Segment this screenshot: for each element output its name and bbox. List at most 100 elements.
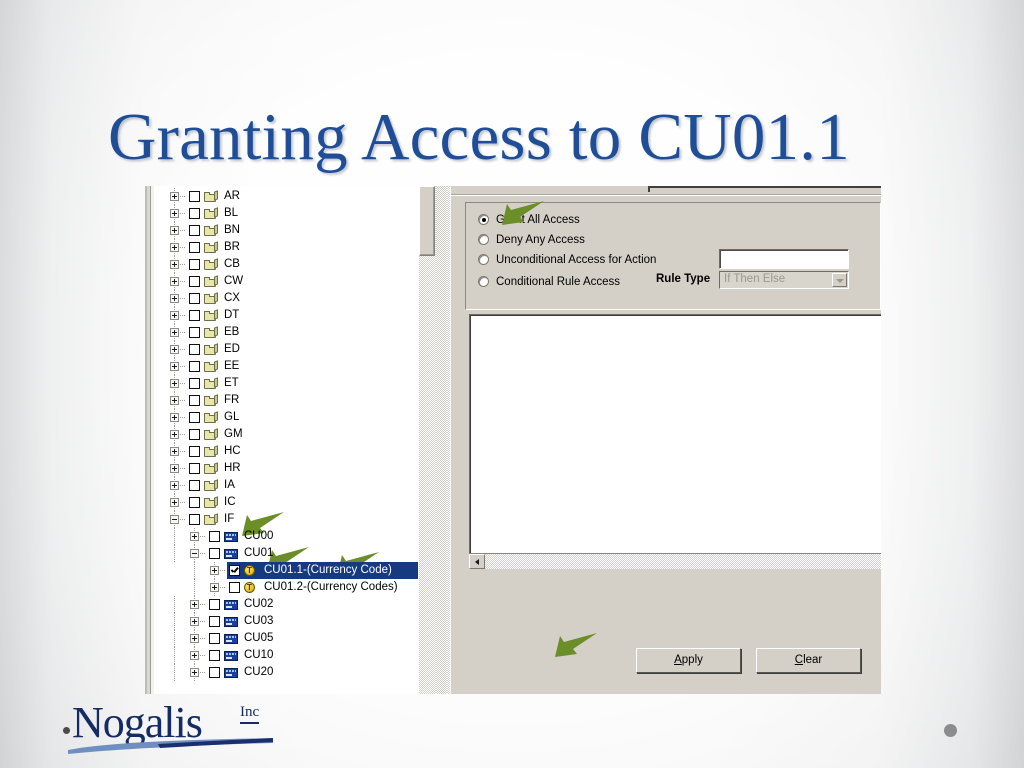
tree-item-checkbox[interactable] <box>209 667 220 678</box>
expand-plus-icon[interactable] <box>190 617 199 626</box>
expand-plus-icon[interactable] <box>170 362 179 371</box>
tree-item-checkbox[interactable] <box>189 259 200 270</box>
expand-plus-icon[interactable] <box>170 209 179 218</box>
tree-item-checkbox[interactable] <box>229 582 240 593</box>
expand-plus-icon[interactable] <box>170 464 179 473</box>
rules-list-pane[interactable] <box>469 314 881 564</box>
tree-item-checkbox[interactable] <box>189 446 200 457</box>
expand-plus-icon[interactable] <box>170 447 179 456</box>
tree-item-checkbox[interactable] <box>189 327 200 338</box>
tree-item-checkbox[interactable] <box>189 480 200 491</box>
tree-item[interactable]: CU01 <box>159 545 435 562</box>
expand-plus-icon[interactable] <box>190 634 199 643</box>
expand-plus-icon[interactable] <box>190 532 199 541</box>
expand-plus-icon[interactable] <box>170 311 179 320</box>
tree-item-checkbox[interactable] <box>229 565 240 576</box>
radio-icon-selected[interactable] <box>478 214 489 225</box>
tree-item[interactable]: BL <box>159 205 435 222</box>
tree-item-checkbox[interactable] <box>189 514 200 525</box>
expand-plus-icon[interactable] <box>170 192 179 201</box>
tree-view[interactable]: AR BL BN BR CB CW CX DT EB ED EE ET FR GL GM HC HR IA IC IF… <box>159 186 435 694</box>
expand-plus-icon[interactable] <box>190 600 199 609</box>
apply-button[interactable]: Apply <box>636 648 741 673</box>
expand-plus-icon[interactable] <box>170 498 179 507</box>
tree-item-checkbox[interactable] <box>189 242 200 253</box>
tree-item[interactable]: BN <box>159 222 435 239</box>
tree-item-checkbox[interactable] <box>209 633 220 644</box>
tree-item[interactable]: EB <box>159 324 435 341</box>
rule-type-select[interactable]: If Then Else <box>719 271 849 289</box>
expand-plus-icon[interactable] <box>170 481 179 490</box>
expand-plus-icon[interactable] <box>210 566 219 575</box>
expand-plus-icon[interactable] <box>170 328 179 337</box>
tree-item[interactable]: CU20 <box>159 664 435 681</box>
tree-item-checkbox[interactable] <box>189 225 200 236</box>
radio-icon[interactable] <box>478 276 489 287</box>
expand-plus-icon[interactable] <box>170 294 179 303</box>
collapse-minus-icon[interactable] <box>190 549 199 558</box>
tree-item[interactable]: CB <box>159 256 435 273</box>
tree-item-checkbox[interactable] <box>209 531 220 542</box>
tree-item-checkbox[interactable] <box>189 344 200 355</box>
tree-item-checkbox[interactable] <box>189 361 200 372</box>
tree-item[interactable]: DT <box>159 307 435 324</box>
tree-item[interactable]: CU00 <box>159 528 435 545</box>
tree-item[interactable]: GL <box>159 409 435 426</box>
expand-plus-icon[interactable] <box>170 345 179 354</box>
chevron-down-icon[interactable] <box>832 273 847 287</box>
tree-item[interactable]: HR <box>159 460 435 477</box>
tree-item[interactable]: ED <box>159 341 435 358</box>
tree-item-checkbox[interactable] <box>189 276 200 287</box>
tree-item[interactable]: HC <box>159 443 435 460</box>
tree-item[interactable]: AR <box>159 188 435 205</box>
expand-plus-icon[interactable] <box>170 379 179 388</box>
radio-icon[interactable] <box>478 254 489 265</box>
expand-plus-icon[interactable] <box>170 413 179 422</box>
tree-item[interactable]: CU02 <box>159 596 435 613</box>
expand-plus-icon[interactable] <box>170 260 179 269</box>
tree-item-checkbox[interactable] <box>209 599 220 610</box>
radio-icon[interactable] <box>478 234 489 245</box>
tree-item[interactable]: GM <box>159 426 435 443</box>
tree-item-checkbox[interactable] <box>189 378 200 389</box>
clear-button[interactable]: Clear <box>756 648 861 673</box>
tree-item-checkbox[interactable] <box>189 463 200 474</box>
tree-item[interactable]: CU10 <box>159 647 435 664</box>
tree-item[interactable]: CU01.1-(Currency Code) <box>159 562 435 579</box>
tree-item[interactable]: BR <box>159 239 435 256</box>
scroll-left-arrow-icon[interactable] <box>469 554 485 569</box>
expand-plus-icon[interactable] <box>170 430 179 439</box>
tree-item[interactable]: CU03 <box>159 613 435 630</box>
tree-item-checkbox[interactable] <box>209 548 220 559</box>
tree-item[interactable]: EE <box>159 358 435 375</box>
tree-item[interactable]: IF <box>159 511 435 528</box>
rules-horizontal-scrollbar[interactable] <box>469 553 881 569</box>
tree-item[interactable]: IC <box>159 494 435 511</box>
tree-item-checkbox[interactable] <box>189 310 200 321</box>
tree-vertical-scrollbar[interactable] <box>418 186 435 694</box>
expand-plus-icon[interactable] <box>190 668 199 677</box>
tree-item[interactable]: CW <box>159 273 435 290</box>
tree-item-checkbox[interactable] <box>189 293 200 304</box>
tree-item[interactable]: CX <box>159 290 435 307</box>
action-input[interactable] <box>719 249 849 269</box>
tree-item[interactable]: ET <box>159 375 435 392</box>
tree-item-checkbox[interactable] <box>189 191 200 202</box>
tree-item-checkbox[interactable] <box>209 650 220 661</box>
tree-item[interactable]: IA <box>159 477 435 494</box>
tree-item[interactable]: CU01.2-(Currency Codes) <box>159 579 435 596</box>
tree-item-checkbox[interactable] <box>189 208 200 219</box>
collapse-minus-icon[interactable] <box>170 515 179 524</box>
expand-plus-icon[interactable] <box>210 583 219 592</box>
tree-item-checkbox[interactable] <box>189 497 200 508</box>
tree-item-checkbox[interactable] <box>209 616 220 627</box>
tree-item-checkbox[interactable] <box>189 412 200 423</box>
expand-plus-icon[interactable] <box>170 226 179 235</box>
tree-item-checkbox[interactable] <box>189 429 200 440</box>
tree-item[interactable]: FR <box>159 392 435 409</box>
tree-item-checkbox[interactable] <box>189 395 200 406</box>
expand-plus-icon[interactable] <box>170 243 179 252</box>
tree-item[interactable]: CU05 <box>159 630 435 647</box>
expand-plus-icon[interactable] <box>170 396 179 405</box>
expand-plus-icon[interactable] <box>190 651 199 660</box>
